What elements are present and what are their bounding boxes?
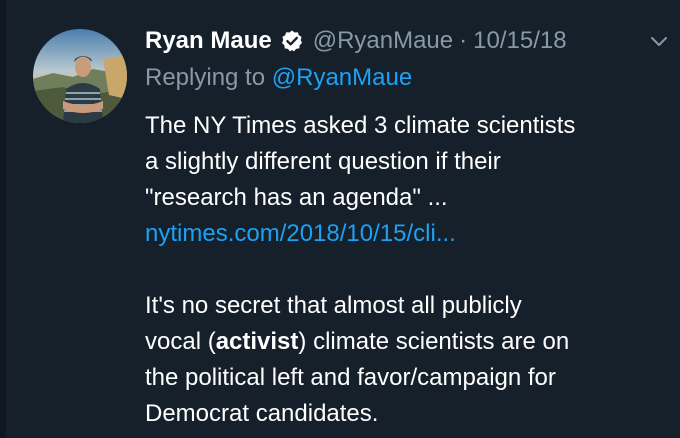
tweet-header: Ryan Maue @RyanMaue · 10/15/18 xyxy=(145,24,567,58)
tweet-text-line: vocal (activist) climate scientists are … xyxy=(145,324,665,360)
tweet-date[interactable]: 10/15/18 xyxy=(473,27,566,55)
tweet[interactable]: Ryan Maue @RyanMaue · 10/15/18 Replying … xyxy=(0,0,680,438)
tweet-text-line: a slightly different question if their xyxy=(145,148,501,175)
author-name[interactable]: Ryan Maue xyxy=(145,27,272,55)
article-link[interactable]: nytimes.com/2018/10/15/cli... xyxy=(145,216,665,252)
tweet-text: The NY Times asked 3 climate scientists … xyxy=(145,108,665,432)
chevron-down-icon[interactable] xyxy=(648,30,670,52)
tweet-text-line: the political left and favor/campaign fo… xyxy=(145,364,556,391)
author-handle[interactable]: @RyanMaue xyxy=(313,27,453,55)
tweet-text-line: It's no secret that almost all publicly xyxy=(145,292,522,319)
replying-to: Replying to @RyanMaue xyxy=(145,61,412,95)
text-segment: vocal ( xyxy=(145,328,216,355)
reply-mention-link[interactable]: @RyanMaue xyxy=(272,64,412,91)
tweet-text-line: The NY Times asked 3 climate scientists xyxy=(145,112,576,139)
verified-badge-icon xyxy=(280,29,304,53)
avatar[interactable] xyxy=(33,29,127,123)
avatar-photo xyxy=(33,29,127,123)
bold-word: activist xyxy=(215,328,299,355)
tweet-text-line: "research has an agenda" ... xyxy=(145,184,448,211)
separator-dot: · xyxy=(459,27,468,54)
paragraph-break xyxy=(145,252,665,288)
text-segment: ) climate scientists are on xyxy=(298,328,570,355)
tweet-text-line: Democrat candidates. xyxy=(145,400,379,427)
reply-prefix: Replying to xyxy=(145,64,266,91)
